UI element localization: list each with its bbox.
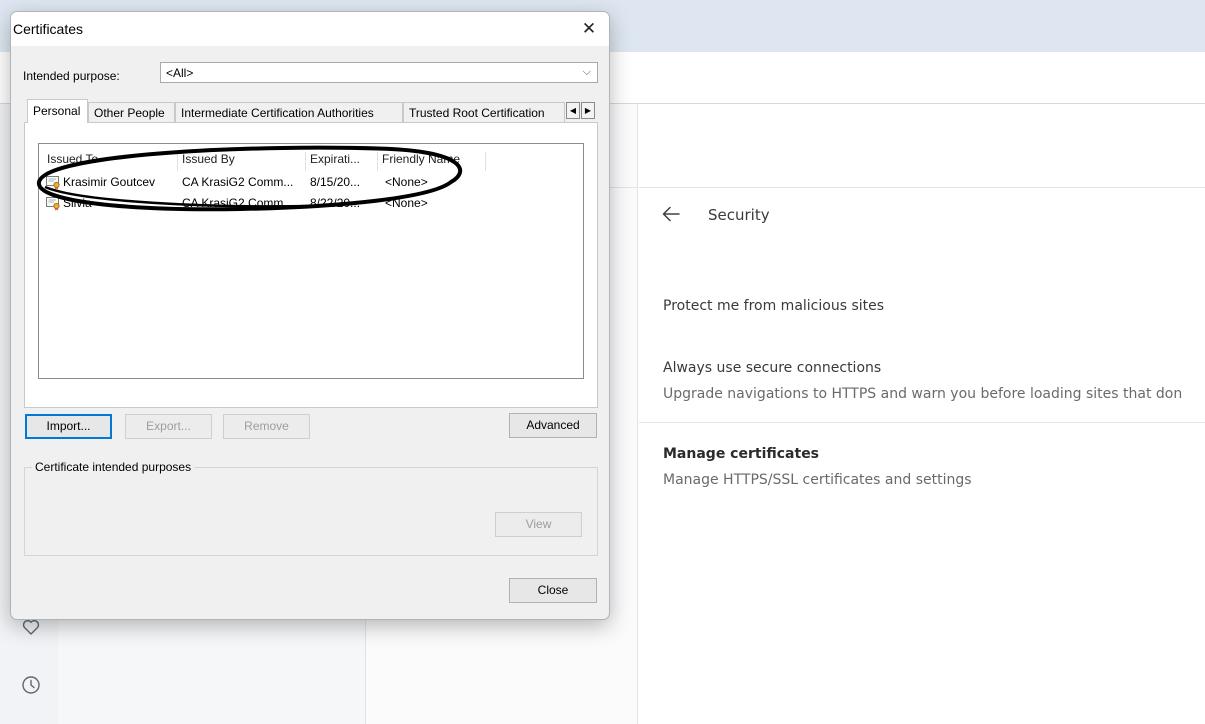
tab-other-people[interactable]: Other People	[88, 102, 175, 123]
secure-connections-description: Upgrade navigations to HTTPS and warn yo…	[663, 386, 1183, 402]
column-header-issued-to[interactable]: Issued To	[43, 152, 178, 171]
intended-purpose-select[interactable]: <All> ⌵	[160, 62, 598, 83]
tab-scroll-right-button[interactable]: ▶	[581, 102, 595, 119]
heart-icon[interactable]	[21, 617, 41, 637]
manage-certificates-description: Manage HTTPS/SSL certificates and settin…	[663, 472, 972, 488]
column-header-expiration[interactable]: Expirati...	[306, 152, 378, 171]
import-button[interactable]: Import...	[25, 414, 112, 439]
tab-personal[interactable]: Personal	[27, 99, 88, 123]
remove-button[interactable]: Remove	[223, 414, 310, 439]
intended-purpose-label: Intended purpose:	[23, 69, 120, 83]
export-button[interactable]: Export...	[125, 414, 212, 439]
cell-issued-by: CA KrasiG2 Comm...	[182, 175, 294, 189]
manage-certificates-item[interactable]: Manage certificates	[663, 446, 819, 462]
chevron-down-icon: ⌵	[582, 66, 591, 78]
view-button[interactable]: View	[495, 512, 582, 537]
dialog-titlebar: Certificates ✕	[11, 12, 609, 46]
protect-malicious-sites-item[interactable]: Protect me from malicious sites	[663, 298, 884, 314]
column-header-issued-by[interactable]: Issued By	[178, 152, 306, 171]
divider	[639, 422, 1205, 423]
history-icon[interactable]	[21, 675, 41, 695]
certificate-list[interactable]: Issued To Issued By Expirati... Friendly…	[38, 143, 584, 379]
settings-content	[639, 104, 1205, 724]
certificates-dialog: Certificates ✕ Intended purpose: <All> ⌵…	[10, 11, 610, 620]
cell-issued-to: Krasimir Goutcev	[63, 175, 156, 189]
tab-scroll-left-button[interactable]: ◀	[566, 102, 580, 119]
cell-issued-to: Silvia	[63, 196, 92, 210]
cell-expiration: 8/22/20...	[310, 196, 361, 210]
dialog-title: Certificates	[13, 21, 84, 37]
secure-connections-item[interactable]: Always use secure connections	[663, 360, 881, 376]
settings-page-title: Security	[708, 206, 770, 224]
certificate-icon	[45, 174, 61, 190]
cell-friendly-name: <None>	[385, 196, 428, 210]
cell-issued-by: CA KrasiG2 Comm...	[182, 196, 294, 210]
close-button[interactable]: Close	[509, 578, 597, 603]
tab-intermediate-ca[interactable]: Intermediate Certification Authorities	[175, 102, 403, 123]
divider	[639, 187, 1205, 188]
cell-expiration: 8/15/20...	[310, 175, 361, 189]
advanced-button[interactable]: Advanced	[509, 413, 597, 438]
intended-purpose-value: <All>	[166, 66, 194, 80]
back-arrow-icon[interactable]	[660, 203, 682, 225]
close-icon[interactable]: ✕	[577, 17, 601, 41]
table-row[interactable]: Krasimir Goutcev CA KrasiG2 Comm... 8/15…	[39, 174, 583, 191]
tab-trusted-root[interactable]: Trusted Root Certification	[403, 102, 565, 123]
intended-purposes-label: Certificate intended purposes	[32, 460, 195, 474]
table-row[interactable]: Silvia CA KrasiG2 Comm... 8/22/20... <No…	[39, 195, 583, 212]
certificate-icon	[45, 195, 61, 211]
cell-friendly-name: <None>	[385, 175, 428, 189]
column-header-friendly-name[interactable]: Friendly Name	[378, 152, 486, 171]
